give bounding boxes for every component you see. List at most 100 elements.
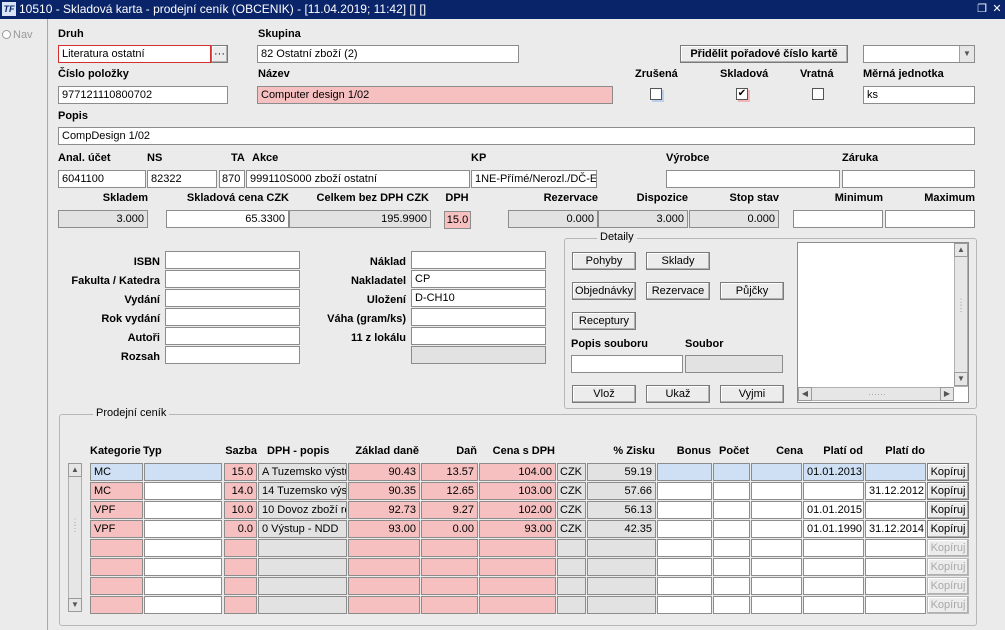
cell-dph[interactable] <box>258 558 347 576</box>
cell-cena[interactable] <box>751 577 802 595</box>
window-restore-icon[interactable]: ❐ <box>975 2 989 16</box>
cell-bonus[interactable] <box>657 482 712 500</box>
vratna-checkbox[interactable] <box>812 88 824 100</box>
cell-do[interactable] <box>865 558 926 576</box>
chevron-down-icon[interactable]: ▼ <box>959 46 974 62</box>
cell-dan[interactable] <box>421 577 478 595</box>
isbn-field[interactable] <box>165 251 300 269</box>
cell-dph[interactable] <box>258 596 347 614</box>
copy-row-button[interactable]: Kopíruj <box>927 577 969 595</box>
cell-mena[interactable]: CZK <box>557 482 586 500</box>
akce-field[interactable]: 999110S000 zboží ostatní <box>246 170 470 188</box>
cell-zisk[interactable]: 59.19 <box>587 463 656 481</box>
cell-od[interactable] <box>803 596 864 614</box>
cell-mena[interactable]: CZK <box>557 501 586 519</box>
pohyby-button[interactable]: Pohyby <box>572 252 636 270</box>
cell-pocet[interactable] <box>713 577 750 595</box>
cell-kategorie[interactable]: MC <box>90 463 143 481</box>
cell-pocet[interactable] <box>713 520 750 538</box>
druh-field[interactable]: Literatura ostatní <box>58 45 211 63</box>
vyrobce-field[interactable] <box>666 170 840 188</box>
cell-sazba[interactable] <box>224 558 257 576</box>
cell-cena[interactable] <box>751 463 802 481</box>
cell-zisk[interactable] <box>587 558 656 576</box>
cell-cena-dph[interactable] <box>479 577 556 595</box>
cell-dan[interactable]: 0.00 <box>421 520 478 538</box>
cell-pocet[interactable] <box>713 539 750 557</box>
cell-typ[interactable] <box>144 539 222 557</box>
ulozeni-field[interactable]: D-CH10 <box>411 289 546 307</box>
ta-field[interactable]: 870 <box>219 170 245 188</box>
cell-bonus[interactable] <box>657 463 712 481</box>
cell-sazba[interactable]: 10.0 <box>224 501 257 519</box>
vloz-button[interactable]: Vlož <box>572 385 636 403</box>
cell-kategorie[interactable]: VPF <box>90 501 143 519</box>
popis-souboru-field[interactable] <box>571 355 683 373</box>
vaha-field[interactable] <box>411 308 546 326</box>
copy-row-button[interactable]: Kopíruj <box>927 482 969 500</box>
rezervace-button[interactable]: Rezervace <box>646 282 710 300</box>
cell-sazba[interactable]: 15.0 <box>224 463 257 481</box>
cell-cena[interactable] <box>751 520 802 538</box>
cell-do[interactable] <box>865 501 926 519</box>
cell-mena[interactable] <box>557 539 586 557</box>
copy-row-button[interactable]: Kopíruj <box>927 520 969 538</box>
cell-sazba[interactable] <box>224 596 257 614</box>
cell-zaklad[interactable] <box>348 558 420 576</box>
preview-vscrollbar[interactable] <box>954 243 968 387</box>
cell-sazba[interactable]: 0.0 <box>224 520 257 538</box>
cell-dph[interactable] <box>258 577 347 595</box>
fakulta-field[interactable] <box>165 270 300 288</box>
cell-pocet[interactable] <box>713 463 750 481</box>
cell-od[interactable] <box>803 577 864 595</box>
cell-bonus[interactable] <box>657 520 712 538</box>
cell-cena-dph[interactable]: 104.00 <box>479 463 556 481</box>
table-scroll-up-icon[interactable]: ▲ <box>68 463 82 477</box>
cell-cena-dph[interactable] <box>479 539 556 557</box>
cell-typ[interactable] <box>144 577 222 595</box>
file-preview-area[interactable] <box>797 242 969 403</box>
cell-typ[interactable] <box>144 596 222 614</box>
cell-od[interactable]: 01.01.1990 <box>803 520 864 538</box>
cell-zisk[interactable]: 57.66 <box>587 482 656 500</box>
skupina-field[interactable]: 82 Ostatní zboží (2) <box>257 45 519 63</box>
cell-bonus[interactable] <box>657 596 712 614</box>
mj-field[interactable]: ks <box>863 86 975 104</box>
cell-od[interactable] <box>803 539 864 557</box>
copy-row-button[interactable]: Kopíruj <box>927 558 969 576</box>
cell-cena-dph[interactable] <box>479 558 556 576</box>
cell-zaklad[interactable] <box>348 596 420 614</box>
cell-kategorie[interactable] <box>90 577 143 595</box>
cell-cena-dph[interactable]: 103.00 <box>479 482 556 500</box>
cell-typ[interactable] <box>144 482 222 500</box>
nazev-field[interactable]: Computer design 1/02 <box>257 86 613 104</box>
cell-zaklad[interactable]: 90.35 <box>348 482 420 500</box>
cell-cena[interactable] <box>751 501 802 519</box>
cell-dph[interactable]: 10 Dovoz zboží rozdíl <box>258 501 347 519</box>
table-vgrip[interactable]: ⋮ ⋮ <box>68 518 82 533</box>
cell-mena[interactable]: CZK <box>557 463 586 481</box>
copy-row-button[interactable]: Kopíruj <box>927 539 969 557</box>
cell-typ[interactable] <box>144 463 222 481</box>
cell-cena[interactable] <box>751 558 802 576</box>
min-field[interactable] <box>793 210 883 228</box>
cell-dph[interactable]: 0 Výstup - NDD <box>258 520 347 538</box>
cell-sazba[interactable] <box>224 577 257 595</box>
max-field[interactable] <box>885 210 975 228</box>
scroll-down-icon[interactable]: ▼ <box>954 372 968 386</box>
cell-pocet[interactable] <box>713 501 750 519</box>
nav-button[interactable]: Nav <box>2 29 33 41</box>
skladova-checkbox[interactable]: ✔ <box>736 88 748 100</box>
cell-mena[interactable] <box>557 596 586 614</box>
cell-zisk[interactable] <box>587 539 656 557</box>
cell-zaklad[interactable] <box>348 577 420 595</box>
cell-typ[interactable] <box>144 558 222 576</box>
copy-row-button[interactable]: Kopíruj <box>927 501 969 519</box>
cell-cena-dph[interactable]: 102.00 <box>479 501 556 519</box>
cell-sazba[interactable] <box>224 539 257 557</box>
druh-lov-button[interactable]: ··· <box>211 45 228 63</box>
rok-field[interactable] <box>165 308 300 326</box>
preview-vgrip[interactable]: ⋮ ⋮ <box>954 298 968 313</box>
cell-od[interactable]: 01.01.2013 <box>803 463 864 481</box>
cell-kategorie[interactable] <box>90 539 143 557</box>
